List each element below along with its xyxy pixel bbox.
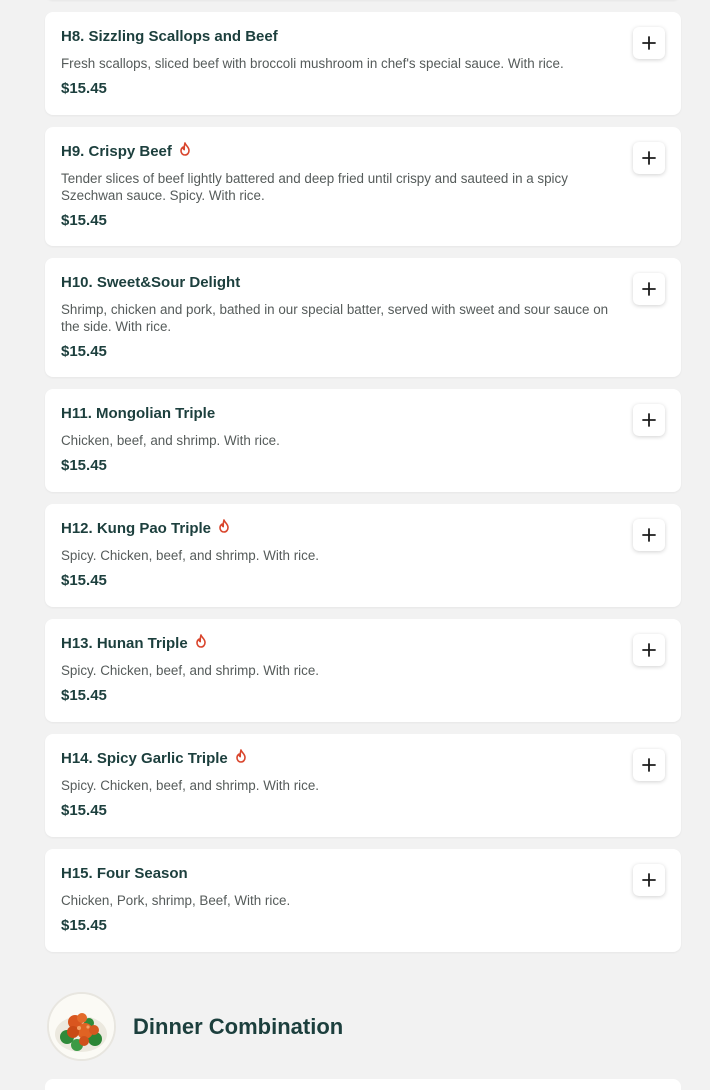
menu-item-card[interactable]: H12. Kung Pao Triple Spicy. Chicken, bee… xyxy=(45,504,681,607)
menu-item-price: $15.45 xyxy=(61,917,107,934)
add-item-button[interactable] xyxy=(633,864,665,896)
menu-item-title-row: H13. Hunan Triple xyxy=(61,634,609,653)
flame-icon xyxy=(235,749,246,763)
menu-page: H8. Sizzling Scallops and Beef Fresh sca… xyxy=(0,0,710,1090)
section-header: Dinner Combination xyxy=(47,992,343,1061)
add-item-button[interactable] xyxy=(633,749,665,781)
menu-item-name[interactable]: H11. Mongolian Triple xyxy=(61,405,215,423)
menu-item-card[interactable]: H10. Sweet&Sour Delight Shrimp, chicken … xyxy=(45,258,681,377)
menu-item-price: $15.45 xyxy=(61,212,107,229)
menu-item-title-row: H15. Four Season xyxy=(61,865,609,883)
flame-icon xyxy=(219,519,229,533)
plus-icon xyxy=(642,528,656,542)
menu-item-card[interactable]: H14. Spicy Garlic Triple Spicy. Chicken,… xyxy=(45,734,681,837)
menu-item-title-row: H14. Spicy Garlic Triple xyxy=(61,749,609,768)
food-photo-icon xyxy=(47,992,116,1061)
plus-icon xyxy=(642,282,656,296)
menu-item-title-row: H11. Mongolian Triple xyxy=(61,405,609,423)
menu-item-price: $15.45 xyxy=(61,343,107,360)
menu-item-title-row: H8. Sizzling Scallops and Beef xyxy=(61,28,609,46)
menu-item-price: $15.45 xyxy=(61,457,107,474)
menu-item-title-row: H9. Crispy Beef xyxy=(61,142,609,161)
menu-item-name[interactable]: H8. Sizzling Scallops and Beef xyxy=(61,28,278,46)
add-item-button[interactable] xyxy=(633,634,665,666)
menu-item-price: $15.45 xyxy=(61,80,107,97)
section-title: Dinner Combination xyxy=(133,1013,344,1039)
menu-item-description: Spicy. Chicken, beef, and shrimp. With r… xyxy=(61,663,319,678)
add-item-button[interactable] xyxy=(633,273,665,305)
menu-item-name[interactable]: H15. Four Season xyxy=(61,865,188,883)
menu-item-name[interactable]: H14. Spicy Garlic Triple xyxy=(61,750,228,768)
menu-item-description: Fresh scallops, sliced beef with broccol… xyxy=(61,56,564,71)
menu-item-description: Spicy. Chicken, beef, and shrimp. With r… xyxy=(61,778,319,793)
plus-icon xyxy=(642,151,656,165)
menu-item-price: $15.45 xyxy=(61,687,107,704)
menu-item-name[interactable]: H10. Sweet&Sour Delight xyxy=(61,274,240,292)
menu-item-description: Shrimp, chicken and pork, bathed in our … xyxy=(61,302,609,334)
add-item-button[interactable] xyxy=(633,27,665,59)
plus-icon xyxy=(642,873,656,887)
menu-item-card[interactable]: H13. Hunan Triple Spicy. Chicken, beef, … xyxy=(45,619,681,722)
plus-icon xyxy=(642,36,656,50)
plus-icon xyxy=(642,758,656,772)
menu-item-list: H8. Sizzling Scallops and Beef Fresh sca… xyxy=(45,0,681,964)
menu-item-description: Chicken, Pork, shrimp, Beef, With rice. xyxy=(61,893,291,908)
menu-item-title-row: H10. Sweet&Sour Delight xyxy=(61,274,609,292)
add-item-button[interactable] xyxy=(633,142,665,174)
menu-item-card[interactable]: H8. Sizzling Scallops and Beef Fresh sca… xyxy=(45,12,681,115)
menu-item-description: Tender slices of beef lightly battered a… xyxy=(61,171,568,203)
menu-item-card-partial xyxy=(45,1079,681,1090)
menu-item-title-row: H12. Kung Pao Triple xyxy=(61,519,609,538)
flame-icon xyxy=(180,142,190,156)
add-item-button[interactable] xyxy=(633,519,665,551)
flame-icon xyxy=(195,634,206,648)
menu-item-card[interactable]: H9. Crispy Beef Tender slices of beef li… xyxy=(45,127,681,246)
menu-item-description: Spicy. Chicken, beef, and shrimp. With r… xyxy=(61,548,319,563)
menu-item-card[interactable]: H15. Four Season Chicken, Pork, shrimp, … xyxy=(45,849,681,952)
menu-item-card[interactable]: H11. Mongolian Triple Chicken, beef, and… xyxy=(45,389,681,492)
add-item-button[interactable] xyxy=(633,404,665,436)
plus-icon xyxy=(642,643,656,657)
menu-item-name[interactable]: H12. Kung Pao Triple xyxy=(61,520,211,538)
menu-item-name[interactable]: H13. Hunan Triple xyxy=(61,635,188,653)
menu-item-price: $15.45 xyxy=(61,572,107,589)
menu-item-description: Chicken, beef, and shrimp. With rice. xyxy=(61,433,280,448)
menu-item-name[interactable]: H9. Crispy Beef xyxy=(61,143,172,161)
menu-item-price: $15.45 xyxy=(61,802,107,819)
plus-icon xyxy=(642,413,656,427)
